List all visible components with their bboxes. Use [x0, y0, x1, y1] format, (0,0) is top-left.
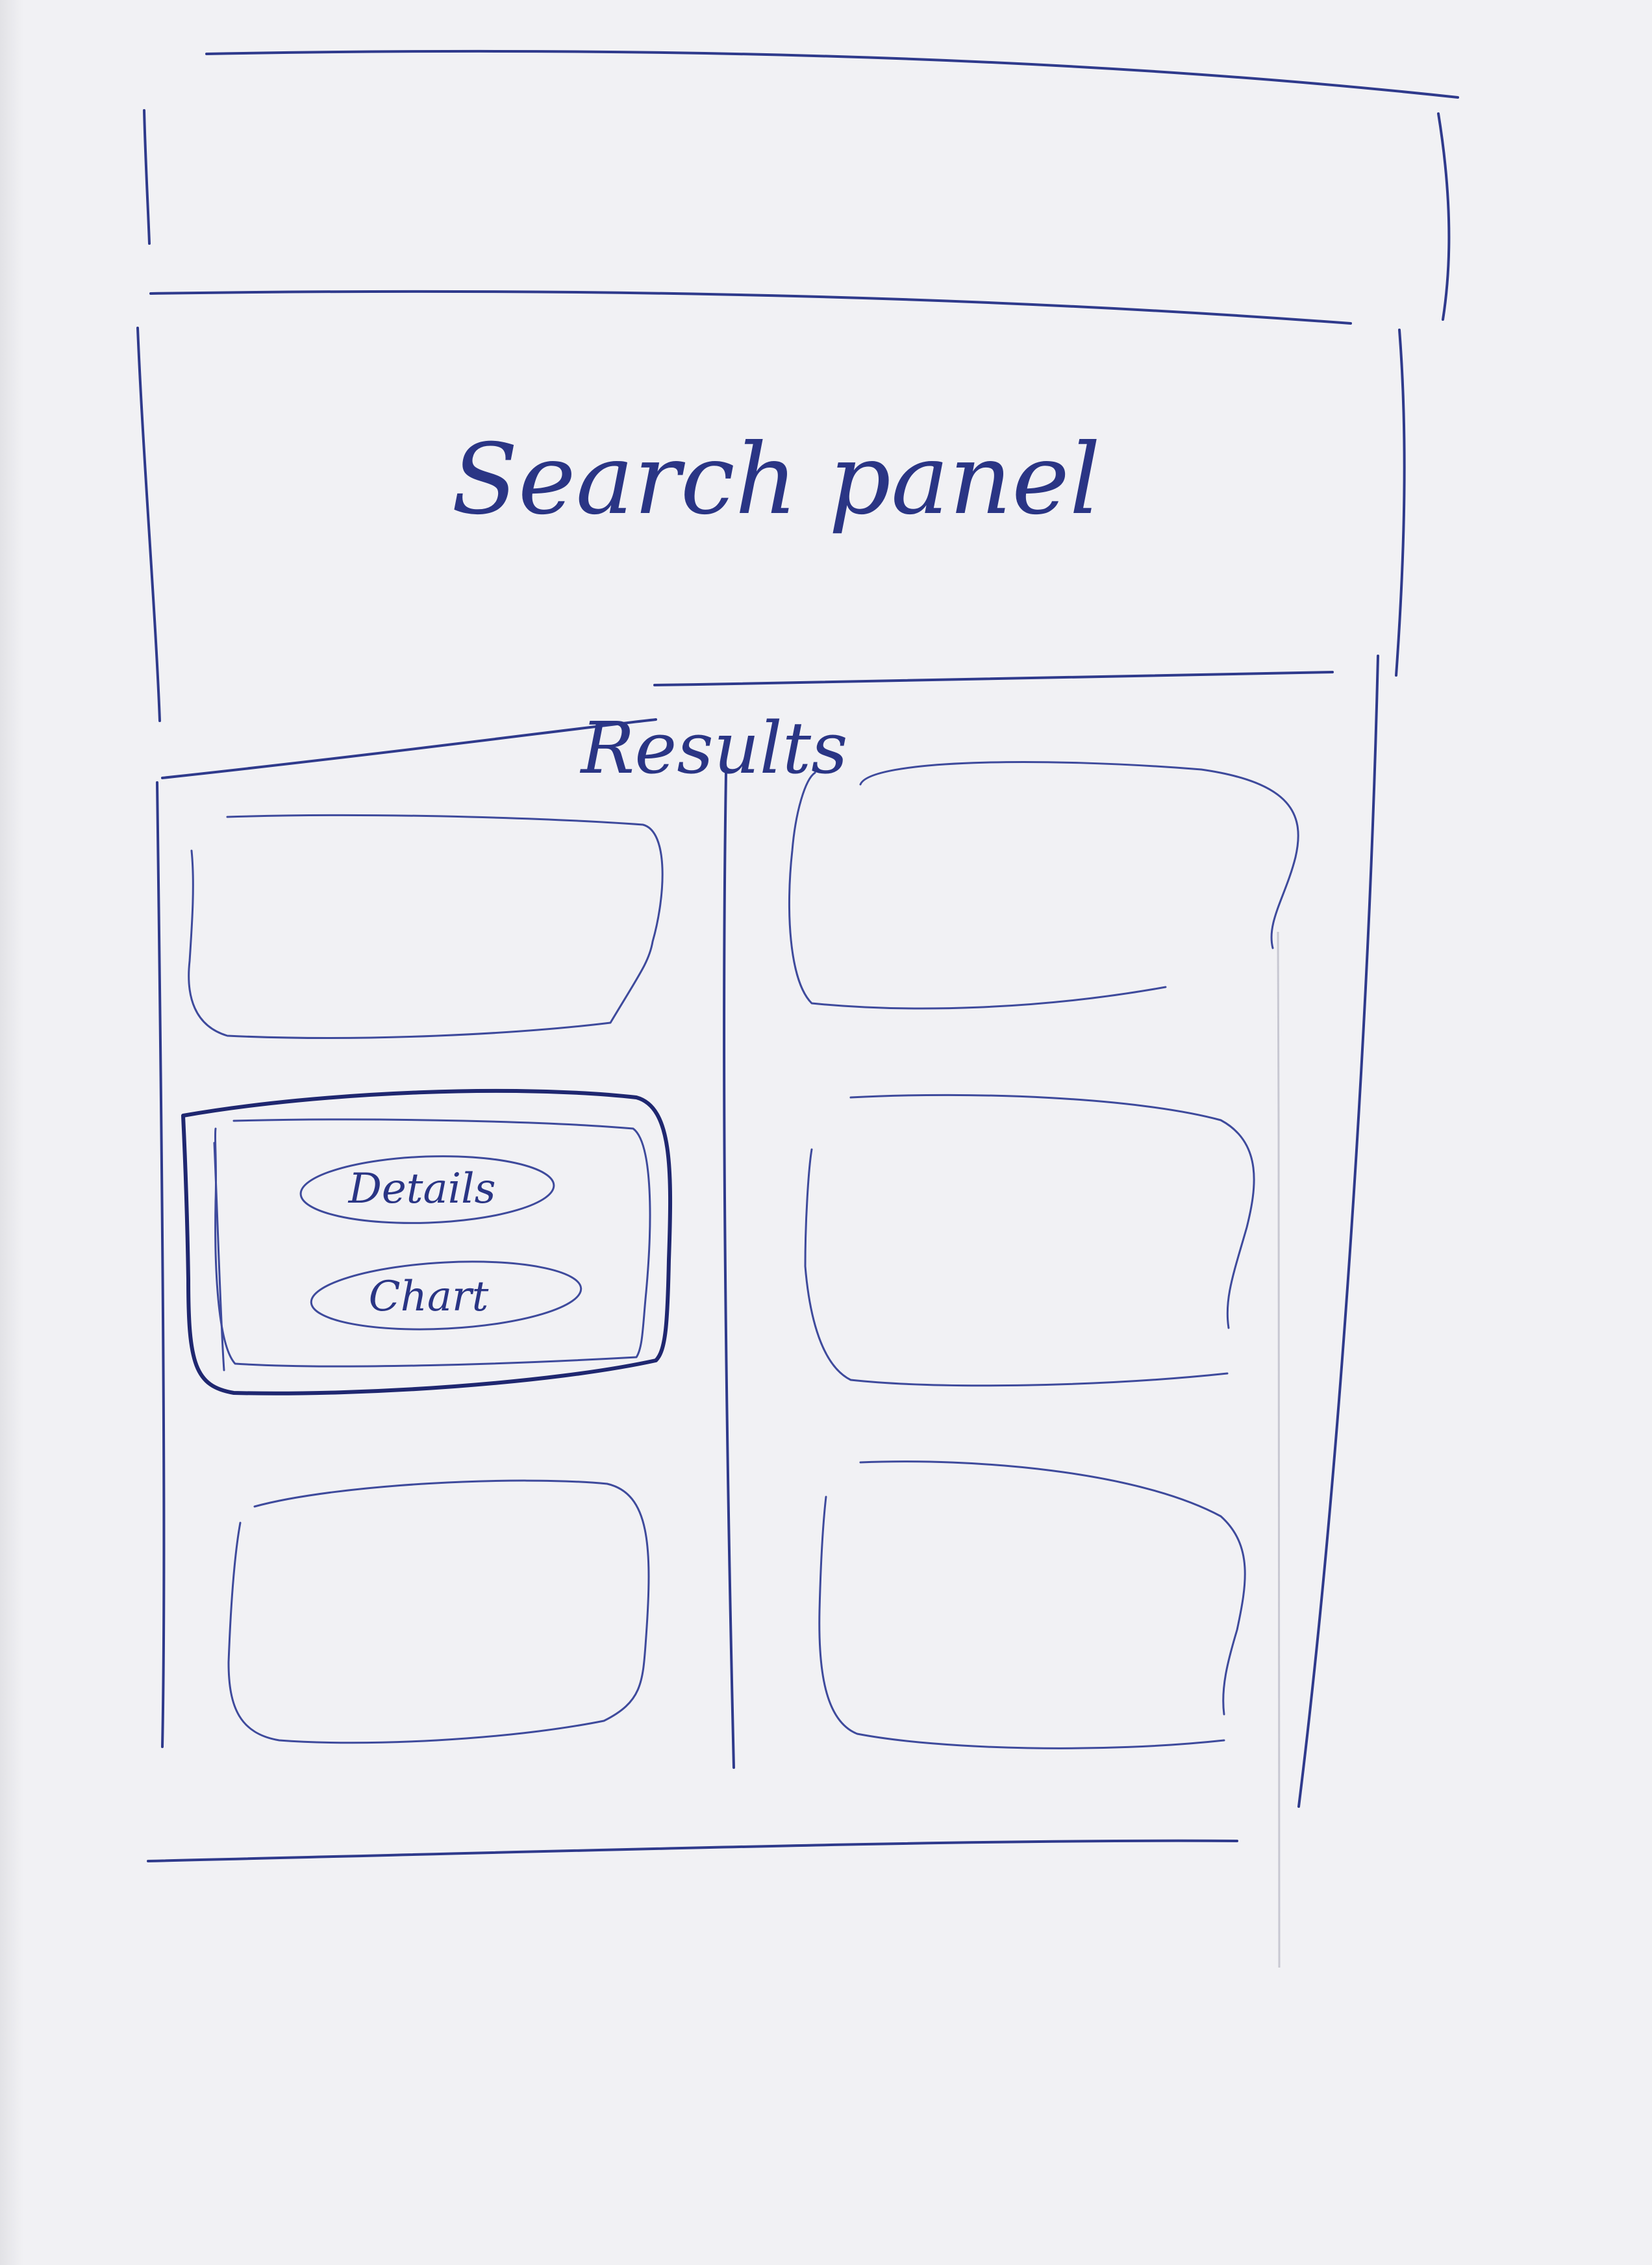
search-panel-right-line: [1395, 329, 1406, 677]
result-card-right-3[interactable]: [818, 1460, 1246, 1749]
details-button-label: Details: [348, 1165, 496, 1213]
result-card-right-1[interactable]: [788, 760, 1299, 1010]
result-card-right-2[interactable]: [804, 1094, 1255, 1387]
selected-result-card[interactable]: Details Chart: [181, 1088, 673, 1395]
wireframe-sketch: Search panel Results Details Chart: [136, 49, 1459, 1968]
search-panel[interactable]: Search panel: [136, 327, 1406, 722]
search-panel-left-line: [136, 327, 161, 722]
results-left-line: [156, 781, 166, 1748]
header-top-line: [205, 49, 1459, 99]
selected-card-outer-border: [181, 1088, 673, 1395]
header-right-line: [1437, 112, 1451, 321]
results-outer-right-line: [1297, 655, 1379, 1808]
details-button[interactable]: Details: [299, 1152, 555, 1227]
header-bar: [143, 49, 1459, 325]
results-panel: Results: [147, 655, 1379, 1968]
chart-button-label: Chart: [369, 1273, 489, 1321]
result-card-left-3[interactable]: [227, 1479, 650, 1744]
results-bottom-line: [147, 1839, 1238, 1862]
header-left-line: [143, 109, 151, 245]
search-panel-divider-line: [653, 671, 1334, 686]
chart-button[interactable]: Chart: [310, 1255, 583, 1336]
search-panel-label: Search panel: [451, 423, 1101, 536]
result-card-left-1[interactable]: [188, 814, 664, 1039]
results-column-divider: [723, 771, 735, 1769]
header-bottom-line: [149, 290, 1352, 325]
results-label: Results: [579, 707, 847, 790]
results-pencil-guide: [1277, 931, 1281, 1968]
